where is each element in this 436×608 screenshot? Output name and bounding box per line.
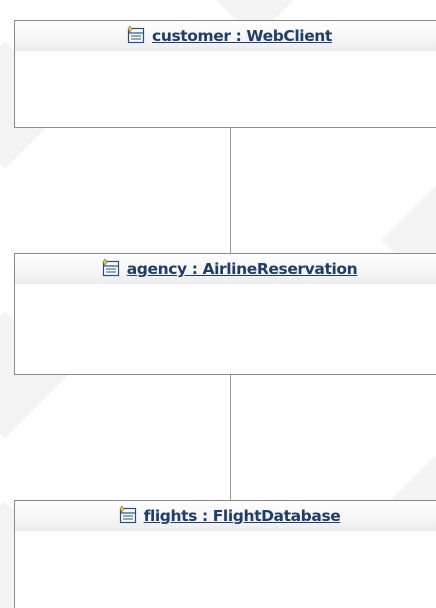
class-instance-icon [119, 505, 136, 524]
object-title[interactable]: flights : FlightDatabase [144, 507, 341, 525]
object-header: flights : FlightDatabase [15, 501, 436, 531]
object-header: agency : AirlineReservation [15, 254, 436, 284]
object-title[interactable]: customer : WebClient [152, 27, 332, 45]
object-header: customer : WebClient [15, 21, 436, 51]
object-customer[interactable]: customer : WebClient [14, 20, 436, 128]
object-flights[interactable]: flights : FlightDatabase [14, 500, 436, 608]
link-agency-flights[interactable] [230, 374, 231, 501]
class-instance-icon [102, 258, 119, 277]
diagram-canvas: customer : WebClient agency : AirlineRes… [0, 0, 436, 608]
class-instance-icon [127, 25, 145, 44]
object-agency[interactable]: agency : AirlineReservation [14, 253, 436, 375]
object-title[interactable]: agency : AirlineReservation [127, 260, 358, 278]
link-customer-agency[interactable] [230, 127, 231, 254]
